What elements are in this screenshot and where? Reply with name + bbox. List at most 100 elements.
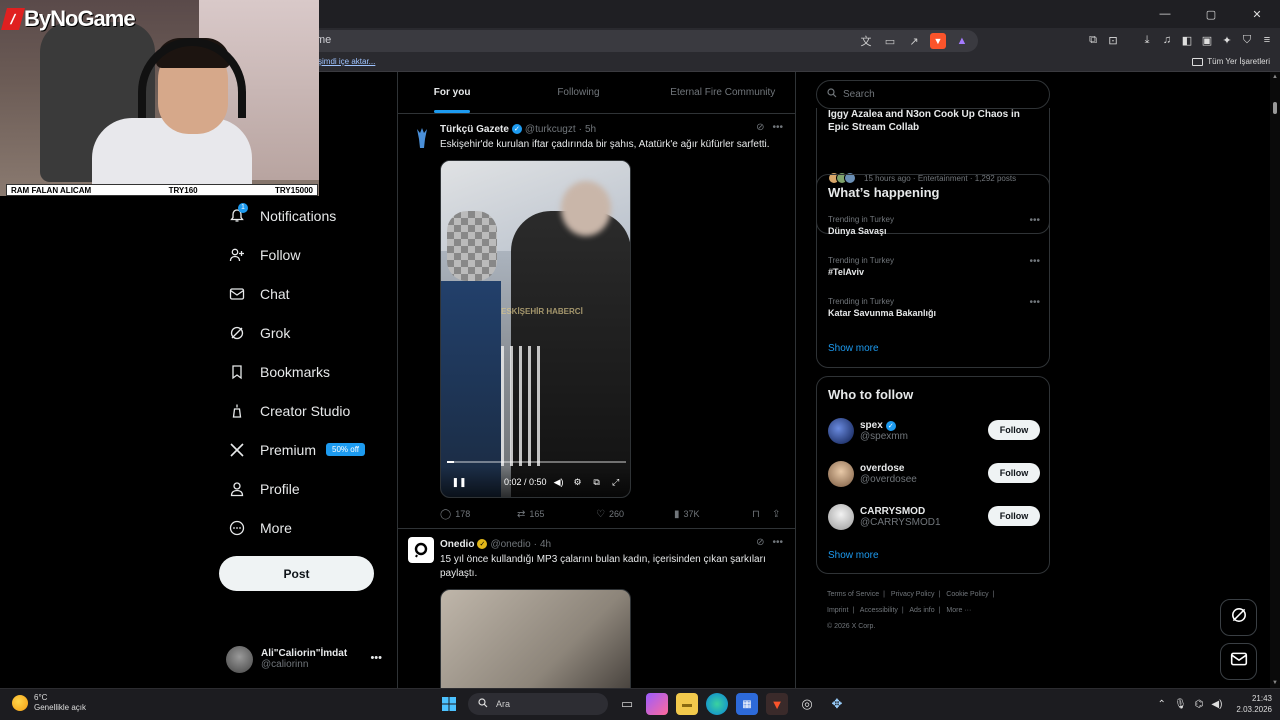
- scroll-thumb[interactable]: [1273, 102, 1277, 114]
- sidebar-icon[interactable]: ◧: [1180, 32, 1194, 48]
- volume-icon[interactable]: ◀): [1211, 699, 1222, 710]
- brave-shield-icon[interactable]: ▼: [930, 33, 946, 49]
- follow-button[interactable]: Follow: [988, 506, 1040, 526]
- footer-link[interactable]: More ···: [946, 607, 971, 614]
- tweet-author-handle[interactable]: @onedio: [490, 539, 530, 550]
- tweet-author-handle[interactable]: @turkcugzt: [525, 124, 576, 135]
- account-switcher[interactable]: Ali"Caliorin"İmdat @caliorinn •••: [226, 642, 396, 676]
- leo-ai-icon[interactable]: ✦: [1220, 32, 1234, 48]
- show-more-follow-link[interactable]: Show more: [828, 550, 879, 561]
- task-view-icon[interactable]: ▭: [616, 693, 638, 715]
- avatar[interactable]: [828, 504, 854, 530]
- tweet-image[interactable]: [440, 589, 631, 688]
- media-icon[interactable]: ♫: [1160, 32, 1174, 48]
- nav-premium[interactable]: Premium 50% off: [220, 430, 395, 469]
- nav-profile[interactable]: Profile: [220, 469, 395, 508]
- extensions-icon[interactable]: ⧉: [1086, 32, 1100, 48]
- avatar[interactable]: [828, 461, 854, 487]
- footer-link[interactable]: Privacy Policy: [891, 591, 935, 598]
- follow-suggestion[interactable]: spex ✓ @spexmm Follow: [828, 416, 1040, 446]
- app-icon[interactable]: ✥: [826, 693, 848, 715]
- maximize-button[interactable]: ▢: [1188, 0, 1234, 28]
- reply-button[interactable]: ◯ 178: [440, 509, 517, 520]
- nav-more[interactable]: More: [220, 508, 395, 547]
- more-horizontal-icon[interactable]: •••: [772, 537, 783, 548]
- trend-item[interactable]: Trending in Turkey Dünya Savaşı •••: [828, 215, 1040, 236]
- trend-item[interactable]: Trending in Turkey Katar Savunma Bakanlı…: [828, 297, 1040, 318]
- more-horizontal-icon[interactable]: •••: [1029, 297, 1040, 308]
- footer-link[interactable]: Ads info: [909, 607, 934, 614]
- copilot-icon[interactable]: [646, 693, 668, 715]
- follow-suggestion[interactable]: CARRYSMOD @CARRYSMOD1 Follow: [828, 502, 1040, 532]
- tweet[interactable]: Onedio ✓ @onedio · 4h ⊘ ••• 15 yıl önce …: [398, 529, 795, 688]
- grok-icon[interactable]: ⊘: [756, 122, 764, 133]
- tab-search-icon[interactable]: ⊡: [1106, 32, 1120, 48]
- grok-icon[interactable]: ⊘: [756, 537, 764, 548]
- show-more-trends-link[interactable]: Show more: [828, 343, 879, 354]
- close-window-button[interactable]: ✕: [1234, 0, 1280, 28]
- nav-creator-studio[interactable]: Creator Studio: [220, 391, 395, 430]
- follow-suggestion[interactable]: overdose @overdosee Follow: [828, 459, 1040, 489]
- downloads-icon[interactable]: ⤓: [1140, 32, 1154, 48]
- post-button[interactable]: Post: [219, 556, 374, 591]
- url-field[interactable]: me 文 ▭ ↗ ▼ ▲: [300, 30, 978, 52]
- more-horizontal-icon[interactable]: •••: [1029, 215, 1040, 226]
- store-icon[interactable]: ▦: [736, 693, 758, 715]
- file-explorer-icon[interactable]: ▬: [676, 693, 698, 715]
- edge-icon[interactable]: [706, 693, 728, 715]
- tab-following[interactable]: Following: [506, 72, 650, 113]
- footer-link[interactable]: Cookie Policy: [946, 591, 988, 598]
- chevron-up-icon[interactable]: ⌃: [1158, 699, 1166, 710]
- messages-fab-button[interactable]: [1220, 643, 1257, 680]
- weather-widget[interactable]: 6°C Genellikle açık: [12, 693, 86, 713]
- fullscreen-icon[interactable]: ⤢: [609, 475, 623, 489]
- menu-icon[interactable]: ≡: [1260, 32, 1274, 48]
- windows-start-icon[interactable]: [438, 693, 460, 715]
- bookmark-button[interactable]: ⊓: [752, 509, 772, 520]
- cast-icon[interactable]: ▭: [882, 33, 898, 49]
- follow-button[interactable]: Follow: [988, 463, 1040, 483]
- tweet-time[interactable]: 4h: [540, 539, 551, 550]
- nav-follow[interactable]: Follow: [220, 235, 395, 274]
- clock[interactable]: 21:43 2.03.2026: [1236, 693, 1272, 715]
- network-icon[interactable]: ⌬: [1195, 699, 1204, 710]
- video-progress[interactable]: [447, 461, 626, 463]
- nav-notifications[interactable]: 1 Notifications: [220, 196, 395, 235]
- brave-icon[interactable]: ▼: [766, 693, 788, 715]
- like-button[interactable]: ♡ 260: [596, 509, 674, 520]
- footer-link[interactable]: Terms of Service: [827, 591, 879, 598]
- more-horizontal-icon[interactable]: •••: [772, 122, 783, 133]
- import-bookmarks-link[interactable]: şimdi içe aktar...: [318, 57, 375, 66]
- avatar[interactable]: [828, 418, 854, 444]
- nav-bookmarks[interactable]: Bookmarks: [220, 352, 395, 391]
- grok-fab-button[interactable]: [1220, 599, 1257, 636]
- tweet-time[interactable]: 5h: [585, 124, 596, 135]
- microphone-icon[interactable]: 🎙: [1174, 699, 1187, 710]
- search-input[interactable]: Search: [816, 80, 1050, 109]
- translate-icon[interactable]: 文: [858, 33, 874, 49]
- brave-rewards-icon[interactable]: ▲: [954, 33, 970, 49]
- share-icon[interactable]: ↗: [906, 33, 922, 49]
- scroll-down-icon[interactable]: ▼: [1272, 680, 1278, 686]
- obs-icon[interactable]: ◎: [796, 693, 818, 715]
- video-player[interactable]: ESKİŞEHİR HABERCİ ❚❚ 0:02 / 0:50 ◀) ⚙ ⧉ …: [440, 160, 631, 498]
- wallet-icon[interactable]: ▣: [1200, 32, 1214, 48]
- nav-chat[interactable]: Chat: [220, 274, 395, 313]
- minimize-button[interactable]: —: [1142, 0, 1188, 28]
- volume-icon[interactable]: ◀): [552, 475, 566, 489]
- news-title[interactable]: Iggy Azalea and N3on Cook Up Chaos in Ep…: [828, 108, 1038, 134]
- nav-grok[interactable]: Grok: [220, 313, 395, 352]
- tab-for-you[interactable]: For you: [398, 72, 506, 113]
- pause-icon[interactable]: ❚❚: [451, 475, 466, 489]
- vpn-icon[interactable]: ⛉: [1240, 32, 1254, 48]
- tweet-author-name[interactable]: Türkçü Gazete: [440, 124, 509, 135]
- settings-icon[interactable]: ⚙: [571, 475, 585, 489]
- more-horizontal-icon[interactable]: •••: [1029, 256, 1040, 267]
- page-scrollbar[interactable]: ▲ ▼: [1270, 72, 1280, 688]
- picture-in-picture-icon[interactable]: ⧉: [590, 475, 604, 489]
- avatar[interactable]: [408, 537, 434, 563]
- trend-item[interactable]: Trending in Turkey #TelAviv •••: [828, 256, 1040, 277]
- share-button[interactable]: ⇪: [772, 509, 780, 520]
- more-horizontal-icon[interactable]: •••: [370, 652, 382, 664]
- scroll-up-icon[interactable]: ▲: [1272, 74, 1278, 80]
